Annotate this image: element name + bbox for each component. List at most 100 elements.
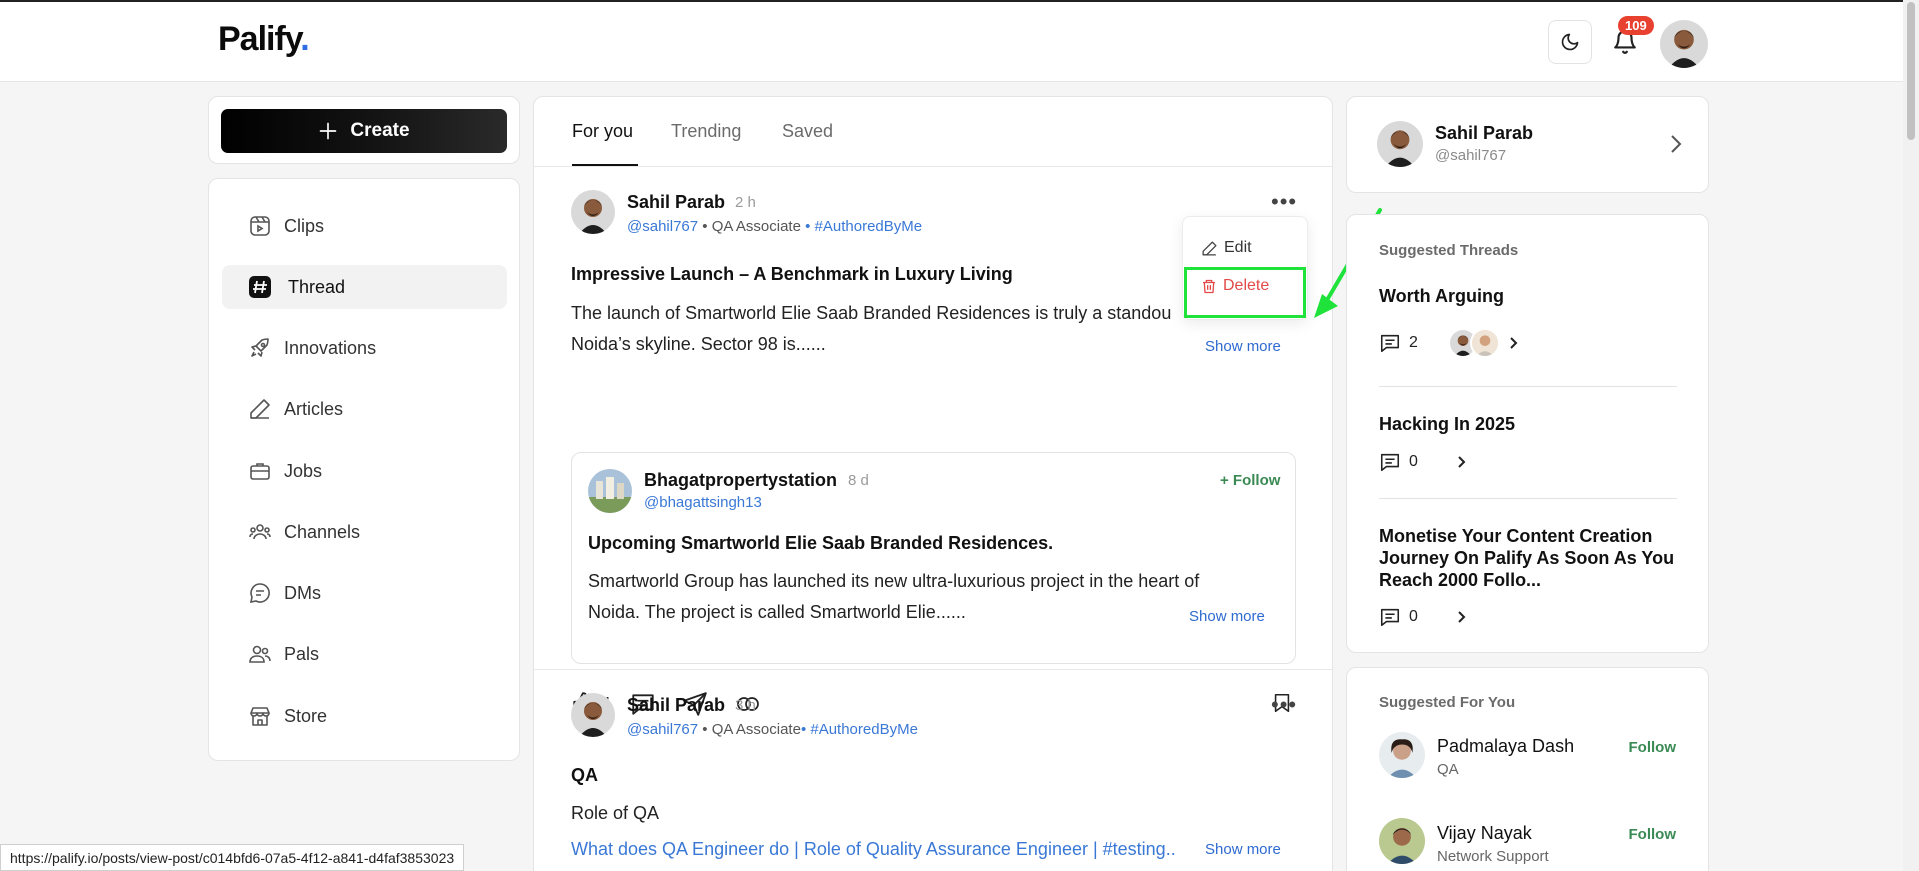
post-time: 3 h bbox=[735, 697, 756, 714]
palify-logo[interactable]: Palify. bbox=[218, 20, 310, 59]
sidebar-item-innovations[interactable]: Innovations bbox=[222, 326, 507, 370]
post-options-icon[interactable]: ••• bbox=[1271, 692, 1297, 718]
feed-tabs: For you Trending Saved bbox=[534, 97, 1332, 167]
suggested-threads-card: Suggested Threads Worth Arguing 2 Hackin… bbox=[1346, 214, 1709, 653]
tab-saved[interactable]: Saved bbox=[782, 121, 833, 142]
user-avatar-image bbox=[1660, 20, 1708, 68]
header-avatar[interactable] bbox=[1660, 20, 1708, 68]
sidebar-item-dms[interactable]: DMs bbox=[222, 571, 507, 615]
scrollbar-thumb[interactable] bbox=[1907, 2, 1915, 140]
menu-edit-item[interactable]: Edit bbox=[1201, 239, 1252, 257]
post-title[interactable]: QA bbox=[571, 765, 598, 786]
sidebar-item-label: Pals bbox=[284, 643, 320, 664]
sidebar-item-label: Jobs bbox=[284, 460, 323, 481]
suggested-user-role: Network Support bbox=[1437, 848, 1549, 865]
shared-post-time: 8 d bbox=[848, 472, 869, 489]
users-icon bbox=[249, 524, 271, 540]
show-more-link[interactable]: Show more bbox=[1205, 338, 1281, 355]
comment-icon bbox=[1380, 608, 1400, 627]
post-body: Role of QA bbox=[571, 803, 660, 823]
post-video-link[interactable]: What does QA Engineer do | Role of Quali… bbox=[571, 834, 1176, 865]
thread-title[interactable]: Hacking In 2025 bbox=[1379, 413, 1679, 435]
shared-show-more-link[interactable]: Show more bbox=[1189, 608, 1265, 625]
participant-avatar bbox=[1469, 328, 1500, 358]
hashtag-link[interactable]: • #AuthoredByMe bbox=[805, 218, 922, 235]
thread-divider bbox=[1379, 498, 1677, 499]
show-more-link[interactable]: Show more bbox=[1205, 841, 1281, 858]
profile-avatar[interactable] bbox=[1377, 121, 1423, 167]
post-author-avatar[interactable] bbox=[571, 693, 615, 737]
chevron-right-icon[interactable] bbox=[1456, 454, 1468, 470]
profile-handle: @sahil767 bbox=[1435, 147, 1507, 164]
hashtag-link[interactable]: • #AuthoredByMe bbox=[801, 721, 918, 738]
store-icon bbox=[250, 707, 270, 726]
thread-meta: 0 bbox=[1379, 606, 1468, 628]
page-scrollbar[interactable] bbox=[1903, 0, 1919, 871]
briefcase-icon bbox=[250, 463, 270, 480]
post-card: Sahil Parab 3 h @sahil767 • QA Associate… bbox=[534, 670, 1332, 871]
suggested-user-avatar[interactable] bbox=[1379, 818, 1425, 864]
sidebar-item-label: Clips bbox=[284, 215, 325, 236]
post-author-name[interactable]: Sahil Parab bbox=[627, 695, 725, 716]
sidebar-item-label: DMs bbox=[284, 582, 321, 603]
top-header: Palify. 109 bbox=[0, 2, 1903, 82]
post-author-meta: @sahil767 • QA Associate • #AuthoredByMe bbox=[627, 218, 923, 235]
plus-icon bbox=[320, 122, 337, 140]
pencil-icon bbox=[250, 399, 270, 419]
participant-avatars[interactable] bbox=[1447, 328, 1500, 358]
active-tab-indicator bbox=[572, 164, 638, 166]
sidebar-item-store[interactable]: Store bbox=[222, 694, 507, 738]
profile-card[interactable]: Sahil Parab @sahil767 bbox=[1346, 96, 1709, 193]
moon-icon bbox=[1561, 33, 1579, 51]
user-avatar-image bbox=[1379, 818, 1425, 864]
suggested-for-you-card: Suggested For You Padmalaya Dash QA Foll… bbox=[1346, 667, 1709, 871]
sidebar-item-label: Store bbox=[284, 705, 328, 726]
post-options-icon[interactable]: ••• bbox=[1271, 189, 1297, 215]
follow-button[interactable]: + Follow bbox=[1220, 472, 1280, 489]
shared-post-card[interactable]: Bhagatpropertystation 8 d @bhagattsingh1… bbox=[571, 452, 1296, 664]
create-label: Create bbox=[350, 120, 410, 141]
follow-button[interactable]: Follow bbox=[1629, 739, 1677, 756]
tab-trending[interactable]: Trending bbox=[671, 121, 741, 142]
sidebar-item-articles[interactable]: Articles bbox=[222, 387, 507, 431]
chevron-right-icon[interactable] bbox=[1508, 335, 1520, 351]
author-handle[interactable]: @sahil767 bbox=[627, 721, 698, 738]
shared-post-title[interactable]: Upcoming Smartworld Elie Saab Branded Re… bbox=[588, 533, 1053, 554]
sidebar-item-label: Channels bbox=[284, 521, 361, 542]
follow-button[interactable]: Follow bbox=[1629, 826, 1677, 843]
post-title[interactable]: Impressive Launch – A Benchmark in Luxur… bbox=[571, 264, 1013, 285]
edit-icon bbox=[1202, 240, 1217, 256]
shared-author-avatar[interactable] bbox=[588, 469, 632, 513]
sidebar-item-jobs[interactable]: Jobs bbox=[222, 449, 507, 493]
author-avatar-image bbox=[571, 693, 615, 737]
suggested-user-name[interactable]: Vijay Nayak bbox=[1437, 823, 1532, 844]
sidebar-item-clips[interactable]: Clips bbox=[222, 204, 507, 248]
thread-meta: 0 bbox=[1379, 451, 1468, 473]
suggested-threads-heading: Suggested Threads bbox=[1379, 242, 1519, 259]
sidebar-item-label: Thread bbox=[288, 276, 346, 297]
chevron-right-icon bbox=[1671, 135, 1682, 153]
thread-title[interactable]: Monetise Your Content Creation Journey O… bbox=[1379, 525, 1679, 591]
comment-count: 0 bbox=[1409, 608, 1418, 625]
profile-name: Sahil Parab bbox=[1435, 123, 1534, 143]
shared-author-name[interactable]: Bhagatpropertystation bbox=[644, 470, 837, 491]
author-role: QA Associate bbox=[711, 721, 801, 738]
comment-icon bbox=[1380, 453, 1400, 472]
thread-title[interactable]: Worth Arguing bbox=[1379, 285, 1679, 307]
shared-author-handle[interactable]: @bhagattsingh13 bbox=[644, 494, 762, 511]
thread-divider bbox=[1379, 386, 1677, 387]
chevron-right-icon[interactable] bbox=[1456, 609, 1468, 625]
author-handle[interactable]: @sahil767 bbox=[627, 218, 698, 235]
post-author-name[interactable]: Sahil Parab bbox=[627, 192, 725, 213]
profile-avatar-image bbox=[1377, 121, 1423, 167]
post-author-avatar[interactable] bbox=[571, 190, 615, 234]
sidebar-item-channels[interactable]: Channels bbox=[222, 510, 507, 554]
tab-for-you[interactable]: For you bbox=[572, 121, 633, 142]
sidebar-item-thread[interactable]: Thread bbox=[222, 265, 507, 309]
sidebar-item-pals[interactable]: Pals bbox=[222, 632, 507, 676]
theme-toggle-button[interactable] bbox=[1548, 20, 1592, 64]
create-button[interactable]: Create bbox=[221, 109, 507, 153]
suggested-user-avatar[interactable] bbox=[1379, 732, 1425, 778]
suggested-user-name[interactable]: Padmalaya Dash bbox=[1437, 736, 1574, 757]
author-avatar-image bbox=[571, 190, 615, 234]
